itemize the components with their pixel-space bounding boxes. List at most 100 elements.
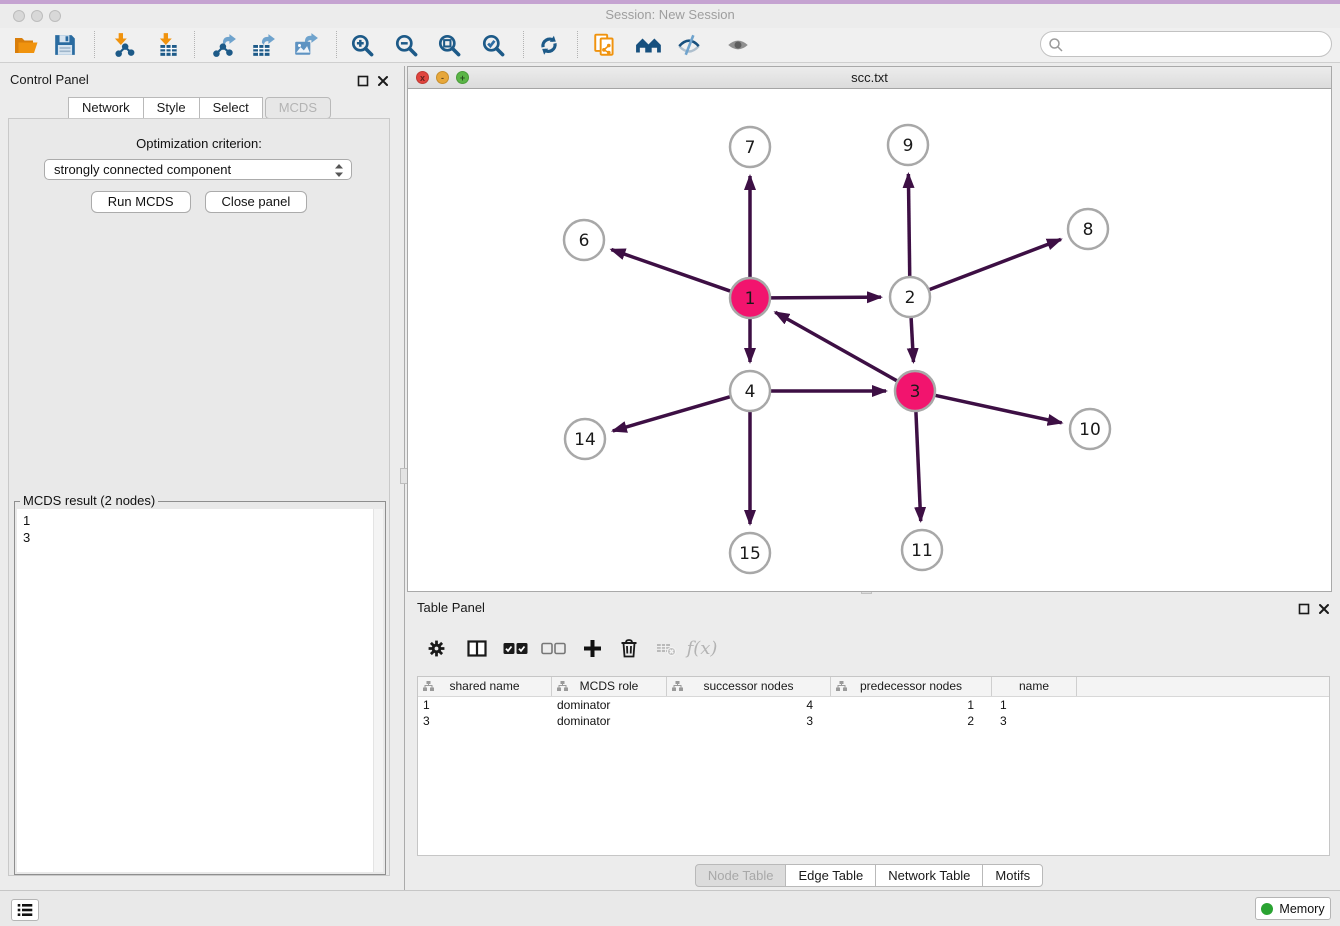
tab-style[interactable]: Style [143, 97, 200, 119]
column-header-predecessor-nodes[interactable]: predecessor nodes [831, 677, 992, 696]
node-label: 6 [579, 231, 590, 251]
node-14[interactable]: 14 [565, 419, 605, 459]
run-mcds-button[interactable]: Run MCDS [91, 191, 191, 213]
node-label: 10 [1079, 420, 1101, 440]
node-10[interactable]: 10 [1070, 409, 1110, 449]
column-header-filler [1077, 677, 1329, 696]
edge-3-10[interactable] [936, 395, 1062, 422]
search-input[interactable] [1067, 34, 1326, 56]
edge-2-8[interactable] [930, 239, 1061, 289]
list-icon [16, 902, 34, 918]
tab-network-table[interactable]: Network Table [875, 864, 983, 887]
table-settings-icon[interactable] [422, 634, 450, 662]
table-toolbar: f(x) [417, 628, 1330, 668]
edge-2-3[interactable] [911, 318, 913, 362]
show-panels-button[interactable] [11, 899, 39, 921]
node-label: 11 [911, 541, 933, 561]
table-cell: 4 [667, 697, 831, 713]
import-network-icon[interactable] [108, 30, 138, 60]
memory-status-icon [1261, 903, 1273, 915]
show-graphics-details-icon[interactable] [723, 30, 753, 60]
column-header-MCDS-role[interactable]: MCDS role [552, 677, 667, 696]
node-7[interactable]: 7 [730, 127, 770, 167]
node-2[interactable]: 2 [890, 277, 930, 317]
control-panel-tabs: NetworkStyleSelectMCDS [0, 97, 400, 119]
tab-select[interactable]: Select [199, 97, 263, 119]
delete-column-icon[interactable] [652, 634, 680, 662]
node-label: 3 [910, 382, 921, 402]
table-row[interactable]: 1dominator411 [418, 697, 1329, 713]
toolbar-separator [194, 31, 195, 58]
hide-graphics-details-icon[interactable] [674, 30, 704, 60]
optimization-criterion-select[interactable]: strongly connected component [44, 159, 352, 180]
mcds-result-area[interactable]: 1 3 [17, 509, 383, 872]
result-scrollbar[interactable] [373, 509, 383, 872]
table-header-row: shared nameMCDS rolesuccessor nodesprede… [418, 677, 1329, 697]
node-11[interactable]: 11 [902, 530, 942, 570]
node-6[interactable]: 6 [564, 220, 604, 260]
node-1[interactable]: 1 [730, 278, 770, 318]
mcds-result-title: MCDS result (2 nodes) [20, 493, 158, 508]
column-header-successor-nodes[interactable]: successor nodes [667, 677, 831, 696]
edge-2-9[interactable] [908, 174, 909, 276]
tab-motifs[interactable]: Motifs [982, 864, 1043, 887]
select-all-icon[interactable] [501, 634, 529, 662]
new-network-from-selection-icon[interactable] [590, 30, 620, 60]
node-15[interactable]: 15 [730, 533, 770, 573]
home-icon[interactable] [634, 30, 664, 60]
apply-layout-icon[interactable] [534, 30, 564, 60]
tab-network[interactable]: Network [68, 97, 144, 119]
table-cell: 1 [831, 697, 992, 713]
table-cell: 2 [831, 713, 992, 729]
node-8[interactable]: 8 [1068, 209, 1108, 249]
tab-edge-table[interactable]: Edge Table [785, 864, 876, 887]
table-panel-close-icon[interactable] [1317, 602, 1331, 616]
node-table: shared nameMCDS rolesuccessor nodesprede… [417, 676, 1330, 856]
node-9[interactable]: 9 [888, 125, 928, 165]
zoom-out-icon[interactable] [391, 30, 421, 60]
mcds-result-values: 1 3 [23, 512, 30, 546]
edge-1-6[interactable] [611, 250, 730, 292]
zoom-fit-icon[interactable] [434, 30, 464, 60]
function-builder-icon[interactable]: f(x) [688, 634, 716, 662]
network-window-titlebar: x - + scc.txt [408, 67, 1331, 89]
save-session-icon[interactable] [50, 30, 80, 60]
zoom-selected-icon[interactable] [478, 30, 508, 60]
open-session-icon[interactable] [11, 30, 41, 60]
zoom-in-icon[interactable] [347, 30, 377, 60]
delete-row-icon[interactable] [615, 634, 643, 662]
memory-label: Memory [1279, 902, 1324, 916]
columns-view-icon[interactable] [463, 634, 491, 662]
table-cell: 3 [992, 713, 1077, 729]
tab-node-table[interactable]: Node Table [695, 864, 787, 887]
deselect-all-icon[interactable] [539, 634, 567, 662]
table-row[interactable]: 3dominator323 [418, 713, 1329, 729]
add-row-icon[interactable] [578, 634, 606, 662]
edge-1-2[interactable] [771, 297, 881, 298]
node-4[interactable]: 4 [730, 371, 770, 411]
status-bar: Memory [0, 890, 1340, 926]
column-header-shared-name[interactable]: shared name [418, 677, 552, 696]
node-label: 2 [905, 288, 916, 308]
table-cell: 1 [992, 697, 1077, 713]
control-panel-close-icon[interactable] [376, 74, 390, 88]
export-image-icon[interactable] [291, 30, 321, 60]
edge-4-14[interactable] [613, 397, 730, 431]
table-cell: 1 [418, 697, 552, 713]
tab-mcds[interactable]: MCDS [265, 97, 331, 119]
column-header-name[interactable]: name [992, 677, 1077, 696]
control-panel-float-icon[interactable] [356, 74, 370, 88]
export-table-icon[interactable] [248, 30, 278, 60]
network-canvas[interactable]: 1 2 3 4 6 7 8 9 10 11 14 15 [408, 89, 1331, 591]
node-label: 7 [745, 138, 756, 158]
edge-3-1[interactable] [775, 312, 896, 380]
import-table-icon[interactable] [153, 30, 183, 60]
edge-3-11[interactable] [916, 412, 921, 521]
node-3[interactable]: 3 [895, 371, 935, 411]
table-panel-float-icon[interactable] [1297, 602, 1311, 616]
export-network-icon[interactable] [209, 30, 239, 60]
close-panel-button[interactable]: Close panel [205, 191, 308, 213]
session-title: Session: New Session [0, 7, 1340, 22]
application-window: Session: New Session [0, 0, 1340, 926]
memory-button[interactable]: Memory [1255, 897, 1331, 920]
